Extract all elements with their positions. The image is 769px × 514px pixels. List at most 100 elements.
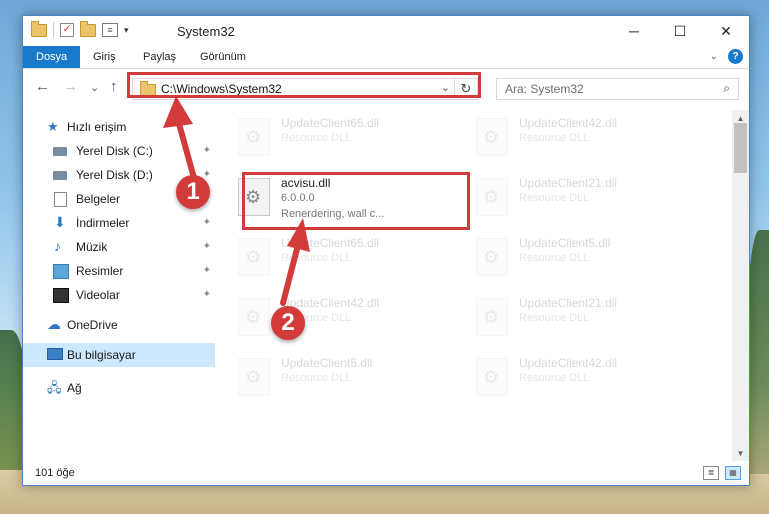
file-item[interactable]: UpdateClient42.dll Resource DLL [470,110,700,162]
file-type: Resource DLL [519,372,590,384]
file-type: Resource DLL [281,372,352,384]
vertical-scrollbar[interactable]: ▲ ▼ [732,110,749,462]
file-name: UpdateClient65.dll [281,116,380,130]
network-icon: 🖧 [47,380,62,395]
sidebar-item-onedrive[interactable]: ☁ OneDrive [23,313,215,337]
pictures-icon [53,264,69,279]
customize-toolbar-icon[interactable]: ≡ [102,23,118,37]
pin-icon[interactable]: ✦ [203,235,211,259]
sidebar-item-local-disk-c[interactable]: Yerel Disk (C:) ✦ [23,139,215,163]
tiles-view-icon[interactable]: ▦ [725,466,741,480]
file-item[interactable]: UpdateClient65.dll Resource DLL [232,230,462,282]
pin-icon[interactable]: ✦ [203,259,211,283]
sidebar-item-this-pc[interactable]: Bu bilgisayar [23,343,215,367]
file-item[interactable]: UpdateClient65.dll Resource DLL [232,110,462,162]
sidebar-item-quick-access[interactable]: ★ Hızlı erişim [23,115,215,139]
window-title: System32 [177,24,235,39]
expand-ribbon-icon[interactable]: ⌄ [710,51,718,62]
star-icon: ★ [47,119,59,134]
music-icon: ♪ [54,238,61,254]
sidebar-item-label: OneDrive [67,318,118,332]
properties-check-icon[interactable]: ✓ [60,23,74,37]
sidebar-item-pictures[interactable]: Resimler ✦ [23,259,215,283]
drive-icon [53,171,67,180]
up-button[interactable]: ↑ [110,78,118,95]
toolbar-separator [53,22,54,38]
file-list: UpdateClient65.dll Resource DLL UpdateCl… [232,110,732,462]
file-name: UpdateClient21.dll [519,176,618,190]
file-name: UpdateClient5.dll [281,356,373,370]
view-switcher: ≣ ▦ [703,466,741,480]
quick-access-toolbar: ✓ ≡ ▾ [31,20,129,38]
file-name: UpdateClient5.dll [519,236,611,250]
file-type: Resource DLL [519,252,590,264]
maximize-button[interactable]: ☐ [657,16,703,46]
new-folder-icon[interactable] [80,20,96,37]
search-icon: ⌕ [723,81,730,95]
sidebar-item-network[interactable]: 🖧 Ağ [23,376,215,400]
close-button[interactable]: ✕ [703,16,749,46]
file-name: UpdateClient65.dll [281,236,380,250]
tab-giris[interactable]: Giriş [83,46,126,68]
sidebar-item-label: Videolar [76,288,120,302]
file-highlight-box [242,172,470,230]
search-box[interactable]: Ara: System32 ⌕ [496,78,739,100]
step-1-badge: 1 [176,175,210,209]
sidebar-item-label: Belgeler [76,192,121,206]
file-type: Resource DLL [281,132,352,144]
sidebar-item-label: Bu bilgisayar [67,348,136,362]
minimize-button[interactable]: ─ [611,16,657,46]
tab-dosya[interactable]: Dosya [23,46,81,68]
search-input[interactable]: Ara: System32 [505,82,584,96]
sidebar-item-music[interactable]: ♪ Müzik ✦ [23,235,215,259]
scroll-down-icon[interactable]: ▼ [732,445,749,462]
file-item[interactable]: UpdateClient21.dll Resource DLL [470,170,700,222]
dll-file-icon [476,298,508,336]
computer-icon [47,348,63,360]
sidebar-item-label: Yerel Disk (C:) [76,144,153,158]
details-view-icon[interactable]: ≣ [703,466,719,480]
download-icon: ⬇ [54,214,66,230]
sidebar-item-videos[interactable]: Videolar ✦ [23,283,215,307]
folder-icon [31,20,47,37]
title-bar: ✓ ≡ ▾ System32 ─ ☐ ✕ [23,16,749,46]
dll-file-icon [238,118,270,156]
sidebar-item-label: İndirmeler [76,216,130,230]
file-item[interactable]: UpdateClient5.dll Resource DLL [470,230,700,282]
file-item[interactable]: UpdateClient42.dll Resource DLL [232,290,462,342]
file-type: Resource DLL [281,252,352,264]
recent-locations-button[interactable]: ⌄ [90,81,99,94]
file-type: Resource DLL [519,192,590,204]
forward-button[interactable]: → [63,78,78,95]
navigation-pane: ★ Hızlı erişim Yerel Disk (C:) ✦ Yerel D… [23,110,215,460]
dll-file-icon [238,298,270,336]
step-2-badge: 2 [271,306,305,340]
file-item[interactable]: UpdateClient42.dll Resource DLL [470,350,700,402]
help-icon[interactable]: ? [728,49,743,64]
file-item[interactable]: UpdateClient5.dll Resource DLL [232,350,462,402]
cloud-icon: ☁ [47,316,61,332]
pin-icon[interactable]: ✦ [203,139,211,163]
toolbar-dropdown-icon[interactable]: ▾ [124,25,129,36]
item-count: 101 öğe [35,467,75,479]
pin-icon[interactable]: ✦ [203,211,211,235]
file-name: UpdateClient42.dll [519,116,618,130]
tab-paylas[interactable]: Paylaş [133,46,186,68]
dll-file-icon [476,238,508,276]
explorer-window: ✓ ≡ ▾ System32 ─ ☐ ✕ Dosya Giriş Paylaş … [22,15,750,486]
ribbon-tabs: Dosya Giriş Paylaş Görünüm ⌄ ? [23,46,749,69]
file-type: Resource DLL [519,132,590,144]
status-bar: 101 öğe ≣ ▦ [23,461,749,485]
pin-icon[interactable]: ✦ [203,283,211,307]
sidebar-item-label: Ağ [67,381,82,395]
tab-gorunum[interactable]: Görünüm [190,46,256,68]
sidebar-item-label: Müzik [76,240,108,254]
scroll-thumb[interactable] [734,123,747,173]
file-item[interactable]: UpdateClient21.dll Resource DLL [470,290,700,342]
file-name: UpdateClient42.dll [519,356,618,370]
sidebar-item-label: Resimler [76,264,124,278]
back-button[interactable]: ← [35,78,50,95]
sidebar-item-downloads[interactable]: ⬇ İndirmeler ✦ [23,211,215,235]
documents-icon [54,192,67,207]
file-name: UpdateClient21.dll [519,296,618,310]
